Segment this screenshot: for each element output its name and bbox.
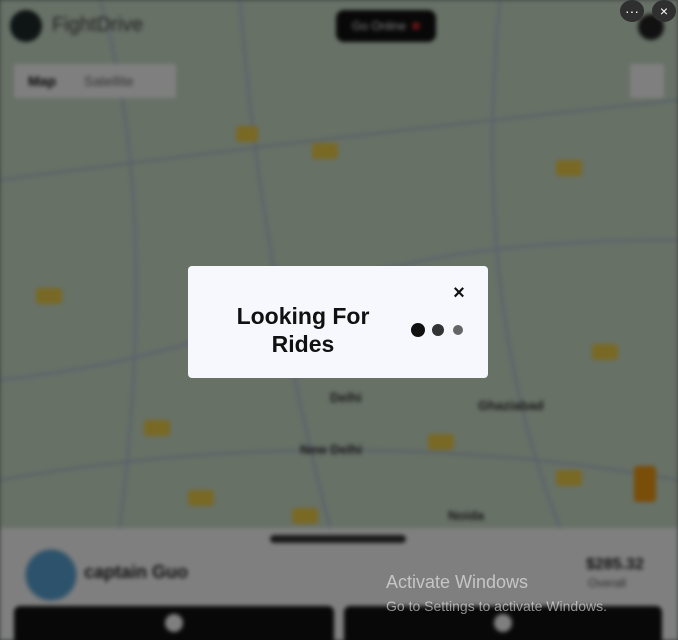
more-icon[interactable]: ··· xyxy=(620,0,644,22)
looking-for-rides-modal: × Looking For Rides xyxy=(188,266,488,378)
modal-title: Looking For Rides xyxy=(236,303,370,357)
app-root: Delhi New Delhi Ghaziabad Noida Map Sate… xyxy=(0,0,678,640)
loading-dot xyxy=(411,323,425,337)
activation-subtitle: Go to Settings to activate Windows. xyxy=(386,598,607,614)
activation-title: Activate Windows xyxy=(386,572,529,592)
loading-dot xyxy=(453,325,463,335)
close-icon[interactable]: × xyxy=(450,282,468,304)
loading-dot xyxy=(432,324,444,336)
window-close-icon[interactable]: × xyxy=(652,0,676,22)
windows-activation-watermark: Activate Windows Go to Settings to activ… xyxy=(386,572,607,614)
